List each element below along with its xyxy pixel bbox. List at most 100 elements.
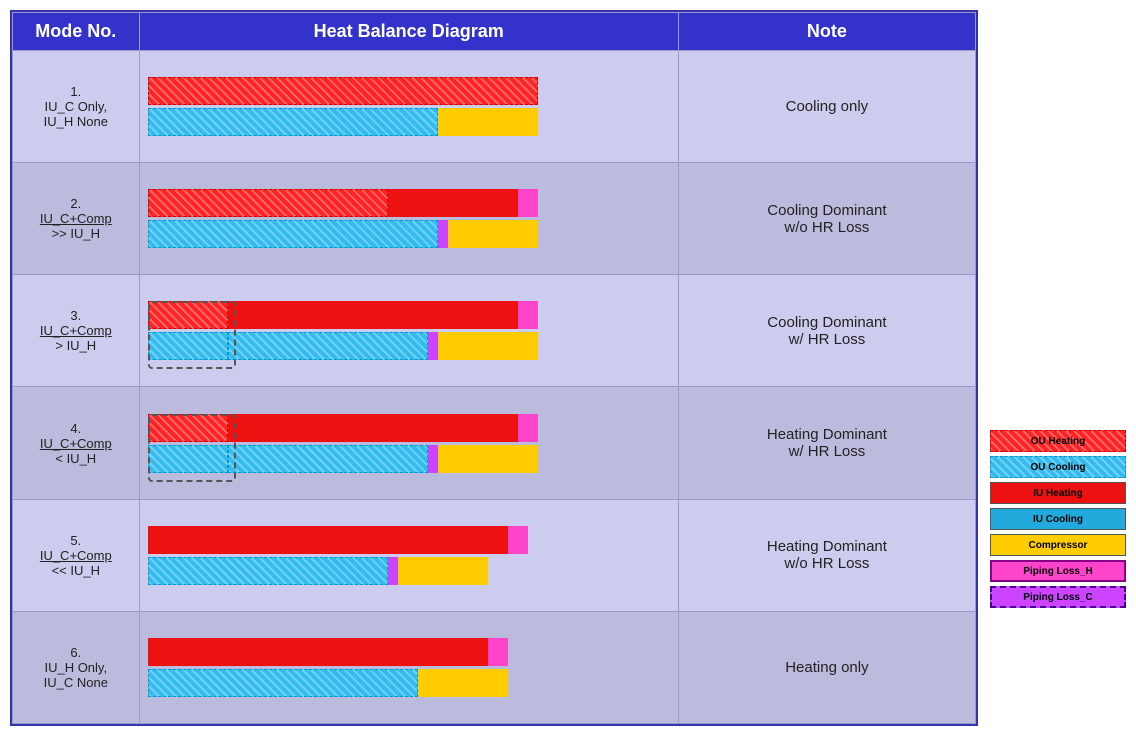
- main-container: Mode No. Heat Balance Diagram Note 1.IU_…: [0, 0, 1136, 736]
- diagram-inner: [148, 638, 670, 697]
- bar-segment-ou-cooling: [148, 332, 228, 360]
- bar-segment-piping-c: [438, 220, 448, 248]
- bar-segment-piping-h: [518, 414, 538, 442]
- bot-bar-row: [148, 332, 670, 360]
- table-header-row: Mode No. Heat Balance Diagram Note: [13, 13, 976, 51]
- table-row: 4.IU_C+Comp< IU_H Heating Dominantw/ HR L…: [13, 387, 976, 499]
- legend-label: OU Cooling: [995, 462, 1121, 473]
- mode-label-line: IU_C+Comp: [40, 436, 112, 451]
- bar-segment-compressor: [398, 557, 488, 585]
- bar-segment-ou-cooling: [148, 669, 418, 697]
- table-row: 2.IU_C+Comp>> IU_H Cooling Dominantw/o HR…: [13, 163, 976, 275]
- mode-label-line: 2.: [70, 196, 81, 211]
- bar-segment-compressor: [438, 445, 538, 473]
- table-row: 1.IU_C Only,IU_H None Cooling only: [13, 51, 976, 163]
- bar-segment-ou-heating: [148, 77, 538, 105]
- mode-cell-6: 6.IU_H Only,IU_C None: [13, 611, 140, 723]
- note-text-line: w/ HR Loss: [789, 443, 866, 460]
- mode-label-line: 4.: [70, 421, 81, 436]
- bar-segment-ou-cooling: [148, 445, 228, 473]
- bar-segment-ou-cooling2: [228, 332, 428, 360]
- diagram-cell-6: [139, 611, 678, 723]
- legend-item-iu-cooling: IU Cooling: [990, 508, 1126, 530]
- mode-label-line: IU_H None: [44, 114, 108, 129]
- legend-item-iu-heating: IU Heating: [990, 482, 1126, 504]
- mode-cell-4: 4.IU_C+Comp< IU_H: [13, 387, 140, 499]
- mode-label-line: IU_C None: [44, 675, 108, 690]
- bar-segment-iu-heating: [148, 526, 508, 554]
- legend-item-piping-c: Piping Loss_C: [990, 586, 1126, 608]
- bar-segment-iu-heating: [228, 301, 518, 329]
- diagram-inner: [148, 414, 670, 473]
- bar-segment-ou-cooling2: [228, 445, 428, 473]
- diagram-cell-4: [139, 387, 678, 499]
- bar-segment-compressor: [418, 669, 508, 697]
- note-text-line: w/o HR Loss: [784, 555, 869, 572]
- diagram-cell-3: [139, 275, 678, 387]
- diagram-inner: [148, 526, 670, 585]
- table-wrapper: Mode No. Heat Balance Diagram Note 1.IU_…: [10, 10, 978, 726]
- note-cell-2: Cooling Dominantw/o HR Loss: [678, 163, 975, 275]
- bar-segment-iu-heating: [148, 638, 488, 666]
- legend-panel: OU HeatingOU CoolingIU HeatingIU Cooling…: [986, 10, 1126, 726]
- note-text-line: w/ HR Loss: [789, 331, 866, 348]
- bot-bar-row: [148, 108, 670, 136]
- bar-segment-ou-heating: [148, 414, 228, 442]
- bar-segment-compressor: [438, 332, 538, 360]
- mode-label-line: IU_H Only,: [44, 660, 107, 675]
- header-diagram: Heat Balance Diagram: [139, 13, 678, 51]
- note-cell-3: Cooling Dominantw/ HR Loss: [678, 275, 975, 387]
- diagram-cell-5: [139, 499, 678, 611]
- mode-label-line: IU_C+Comp: [40, 211, 112, 226]
- bar-segment-ou-heating: [148, 301, 228, 329]
- mode-cell-5: 5.IU_C+Comp<< IU_H: [13, 499, 140, 611]
- legend-item-compressor: Compressor: [990, 534, 1126, 556]
- note-cell-6: Heating only: [678, 611, 975, 723]
- table-row: 5.IU_C+Comp<< IU_H Heating Dominantw/o HR…: [13, 499, 976, 611]
- legend-item-ou-cooling: OU Cooling: [990, 456, 1126, 478]
- mode-label-line: 5.: [70, 533, 81, 548]
- note-cell-1: Cooling only: [678, 51, 975, 163]
- mode-cell-1: 1.IU_C Only,IU_H None: [13, 51, 140, 163]
- bar-segment-piping-c: [428, 332, 438, 360]
- top-bar-row: [148, 526, 670, 554]
- mode-label-line: IU_C+Comp: [40, 323, 112, 338]
- mode-label-line: 3.: [70, 308, 81, 323]
- bar-segment-iu-heating: [388, 189, 518, 217]
- top-bar-row: [148, 77, 670, 105]
- bot-bar-row: [148, 220, 670, 248]
- bar-segment-ou-cooling: [148, 108, 438, 136]
- diagram-inner: [148, 301, 670, 360]
- bar-segment-piping-h: [518, 189, 538, 217]
- diagram-cell-2: [139, 163, 678, 275]
- legend-label: IU Heating: [995, 488, 1121, 499]
- note-text-line: Cooling Dominant: [767, 202, 886, 219]
- note-text-line: Heating only: [785, 659, 868, 676]
- note-text-line: Cooling only: [786, 98, 869, 115]
- bar-segment-piping-h: [518, 301, 538, 329]
- top-bar-row: [148, 189, 670, 217]
- header-note: Note: [678, 13, 975, 51]
- note-cell-5: Heating Dominantw/o HR Loss: [678, 499, 975, 611]
- legend-label: Piping Loss_C: [996, 592, 1120, 603]
- note-cell-4: Heating Dominantw/ HR Loss: [678, 387, 975, 499]
- mode-label-line: > IU_H: [55, 338, 96, 353]
- legend-label: IU Cooling: [995, 514, 1121, 525]
- top-bar-row: [148, 638, 670, 666]
- note-text-line: w/o HR Loss: [784, 219, 869, 236]
- bot-bar-row: [148, 557, 670, 585]
- mode-label-line: < IU_H: [55, 451, 96, 466]
- note-text-line: Heating Dominant: [767, 538, 887, 555]
- bar-segment-ou-cooling: [148, 557, 388, 585]
- mode-label-line: << IU_H: [52, 563, 100, 578]
- bar-segment-piping-c: [388, 557, 398, 585]
- bar-segment-piping-c: [428, 445, 438, 473]
- table-row: 3.IU_C+Comp> IU_H Cooling Dominantw/ HR L…: [13, 275, 976, 387]
- mode-cell-3: 3.IU_C+Comp> IU_H: [13, 275, 140, 387]
- mode-label-line: 6.: [70, 645, 81, 660]
- bar-segment-piping-h: [508, 526, 528, 554]
- bar-segment-compressor: [448, 220, 538, 248]
- diagram-inner: [148, 77, 670, 136]
- diagram-inner: [148, 189, 670, 248]
- mode-label-line: >> IU_H: [52, 226, 100, 241]
